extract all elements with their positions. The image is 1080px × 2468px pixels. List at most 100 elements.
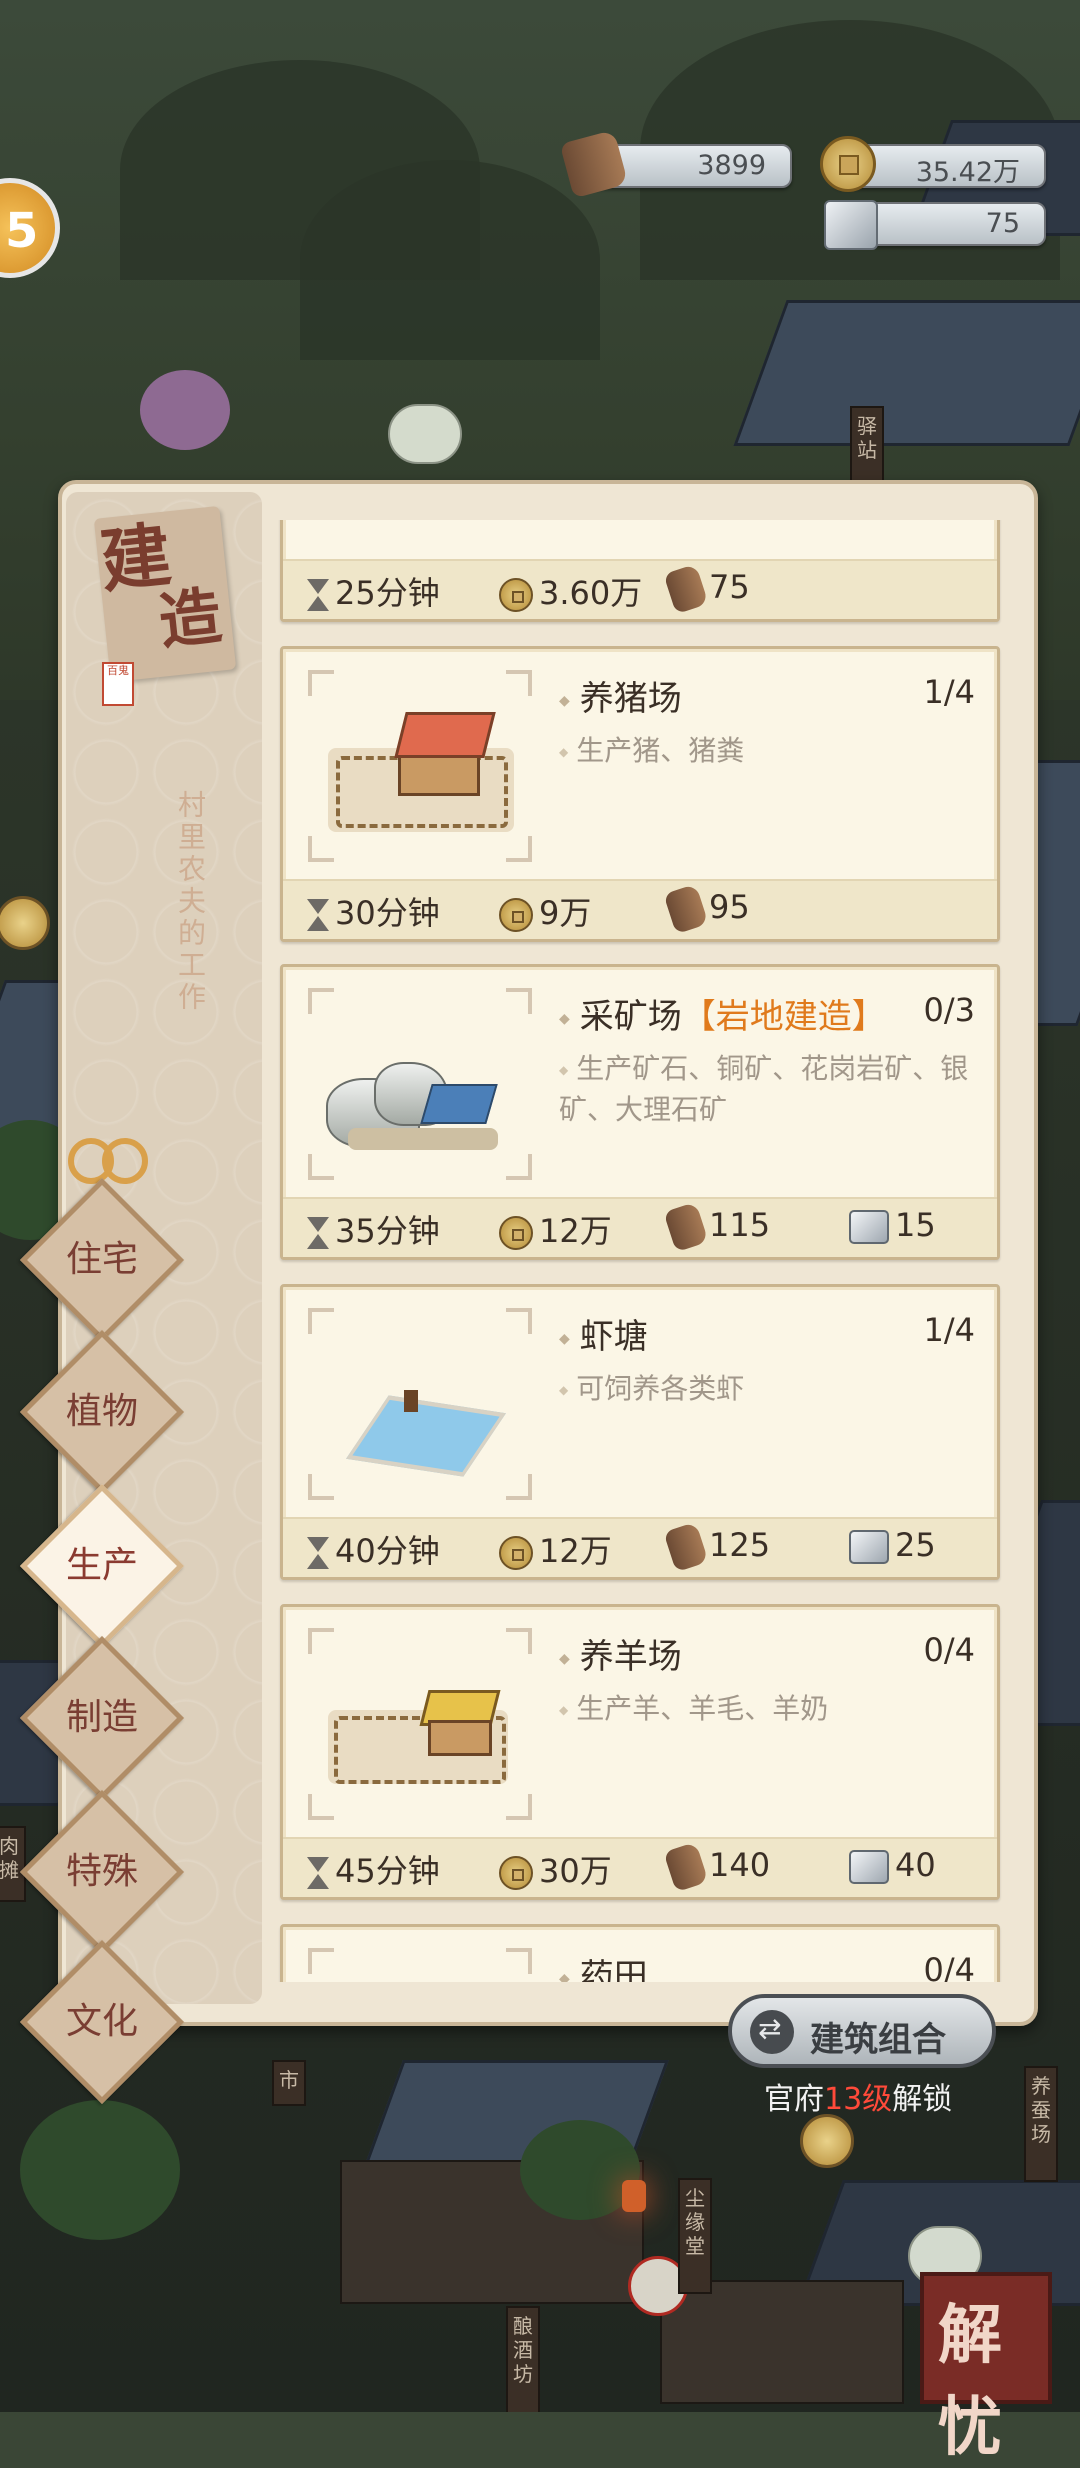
- building-count: 0/3: [923, 991, 976, 1029]
- wood-cost: 125: [709, 1526, 771, 1564]
- coin-cost: 3.60万: [539, 574, 643, 612]
- hourglass-icon: [307, 1537, 329, 1569]
- building-description: 生产猪、猪粪: [559, 731, 979, 772]
- wood-amount: 3899: [697, 150, 766, 181]
- build-cost-row: 35分钟 12万 115 15: [283, 1197, 997, 1257]
- tab-culture[interactable]: 文化: [44, 1964, 160, 2080]
- stone-block-icon: [849, 1530, 889, 1564]
- map-sign-silk[interactable]: 养蚕场: [1024, 2066, 1058, 2182]
- blossom-tree: [140, 370, 230, 450]
- stone-amount: 75: [985, 208, 1020, 239]
- stone-block-icon: [849, 1210, 889, 1244]
- building-description: 生产矿石、铜矿、花岗岩矿、银矿、大理石矿: [559, 1049, 979, 1130]
- building-count: 1/4: [923, 673, 976, 711]
- title-char-2: 造: [155, 579, 225, 659]
- build-time: 45分钟: [335, 1852, 440, 1890]
- building-name: 养猪场: [559, 671, 682, 720]
- red-lantern: [622, 2180, 646, 2212]
- wood-log-icon: [663, 1841, 709, 1893]
- hourglass-icon: [307, 1857, 329, 1889]
- wood-log-icon: [663, 563, 709, 615]
- building-combo-button[interactable]: 建筑组合: [728, 1994, 996, 2068]
- building-card-shrimp-pond[interactable]: 虾塘 1/4 可饲养各类虾 40分钟 12万 125 25: [280, 1284, 1000, 1580]
- build-cost-row: 30分钟 9万 95: [283, 879, 997, 939]
- wood-cost: 115: [709, 1206, 771, 1244]
- coin-amount: 35.42万: [915, 157, 1020, 188]
- hourglass-icon: [307, 899, 329, 931]
- pig-farm-thumbnail: [307, 669, 533, 863]
- map-sign-wine[interactable]: 酿酒坊: [506, 2306, 540, 2412]
- build-time: 40分钟: [335, 1532, 440, 1570]
- building-name: 养羊场: [559, 1629, 682, 1678]
- building-description: 生产羊、羊毛、羊奶: [559, 1689, 979, 1730]
- copper-coin-icon: [499, 1216, 533, 1250]
- building-description: 可饲养各类虾: [559, 1369, 979, 1410]
- coin-cost: 12万: [539, 1212, 612, 1250]
- stone-cost: 40: [895, 1846, 936, 1884]
- stone-block-icon: [849, 1850, 889, 1884]
- hourglass-icon: [307, 1217, 329, 1249]
- decorative-knot-icon: [66, 1130, 150, 1186]
- collect-bubble[interactable]: [388, 404, 462, 464]
- build-time: 30分钟: [335, 894, 440, 932]
- copper-coin-icon: [499, 1536, 533, 1570]
- tab-plants[interactable]: 植物: [44, 1354, 160, 1470]
- building-card[interactable]: 25分钟 3.60万 75: [280, 520, 1000, 622]
- building-list[interactable]: 25分钟 3.60万 75 养猪场 1/4 生产猪、猪粪 30分钟 9万 95: [268, 520, 1004, 1982]
- tab-crafting[interactable]: 制造: [44, 1660, 160, 1776]
- building-name: 虾塘: [559, 1309, 648, 1358]
- build-time: 35分钟: [335, 1212, 440, 1250]
- wood-cost: 140: [709, 1846, 771, 1884]
- copper-coin-icon: [499, 578, 533, 612]
- building-wall: [660, 2280, 904, 2404]
- stone-resource-bar[interactable]: 75: [824, 200, 1046, 250]
- building-roof: [733, 300, 1080, 446]
- copper-coin-icon: [499, 898, 533, 932]
- building-count: 1/4: [923, 1311, 976, 1349]
- building-name: 药田: [559, 1949, 648, 1982]
- stone-block-icon: [824, 200, 878, 250]
- building-combo-label: 建筑组合: [810, 2020, 946, 2060]
- coin-bubble-icon[interactable]: [800, 2114, 854, 2168]
- building-count: 0/4: [923, 1951, 976, 1982]
- title-seal: 百鬼: [102, 662, 134, 706]
- build-cost-row: 25分钟 3.60万 75: [283, 559, 997, 619]
- copper-coin-icon: [499, 1856, 533, 1890]
- tab-special[interactable]: 特殊: [44, 1814, 160, 1930]
- wood-cost: 75: [709, 568, 750, 606]
- relief-label: 解忧: [938, 2298, 1002, 2465]
- terrain-tag: 【岩地建造】: [681, 997, 886, 1037]
- building-card-sheep-farm[interactable]: 养羊场 0/4 生产羊、羊毛、羊奶 45分钟 30万 140 40: [280, 1604, 1000, 1900]
- sheep-farm-thumbnail: [307, 1627, 533, 1821]
- tree: [20, 2100, 180, 2240]
- herb-field-thumbnail: [307, 1947, 533, 1982]
- wood-cost: 95: [709, 888, 750, 926]
- mountain-shape: [300, 160, 600, 360]
- wood-log-icon: [663, 1521, 709, 1573]
- tab-production[interactable]: 生产: [44, 1508, 160, 1624]
- coin-resource-bar[interactable]: 35.42万: [820, 136, 1046, 192]
- building-card-pig-farm[interactable]: 养猪场 1/4 生产猪、猪粪 30分钟 9万 95: [280, 646, 1000, 942]
- build-cost-row: 40分钟 12万 125 25: [283, 1517, 997, 1577]
- map-sign-meat[interactable]: 肉摊: [0, 1826, 26, 1902]
- build-time: 25分钟: [335, 574, 440, 612]
- building-card-herb-field[interactable]: 药田 0/4: [280, 1924, 1000, 1982]
- shrimp-pond-thumbnail: [307, 1307, 533, 1501]
- wood-log-icon: [663, 1201, 709, 1253]
- combo-unlock-hint: 官府13级解锁: [764, 2082, 953, 2117]
- tab-residence[interactable]: 住宅: [44, 1202, 160, 1318]
- building-name: 采矿场【岩地建造】: [559, 989, 886, 1038]
- wood-resource-bar[interactable]: 3899: [559, 129, 792, 199]
- stone-cost: 15: [895, 1206, 936, 1244]
- relief-seal-button[interactable]: 解忧: [920, 2272, 1052, 2465]
- wood-log-icon: [663, 883, 709, 935]
- build-cost-row: 45分钟 30万 140 40: [283, 1837, 997, 1897]
- hourglass-icon: [307, 579, 329, 611]
- map-sign-dust[interactable]: 尘缘堂: [678, 2178, 712, 2294]
- stone-cost: 25: [895, 1526, 936, 1564]
- swap-icon: [750, 2010, 794, 2054]
- map-sign-market[interactable]: 市: [272, 2060, 306, 2106]
- building-card-mine[interactable]: 采矿场【岩地建造】 0/3 生产矿石、铜矿、花岗岩矿、银矿、大理石矿 35分钟 …: [280, 964, 1000, 1260]
- panel-subtitle: 村里农夫的工作: [174, 790, 207, 1014]
- coin-cost: 9万: [539, 894, 592, 932]
